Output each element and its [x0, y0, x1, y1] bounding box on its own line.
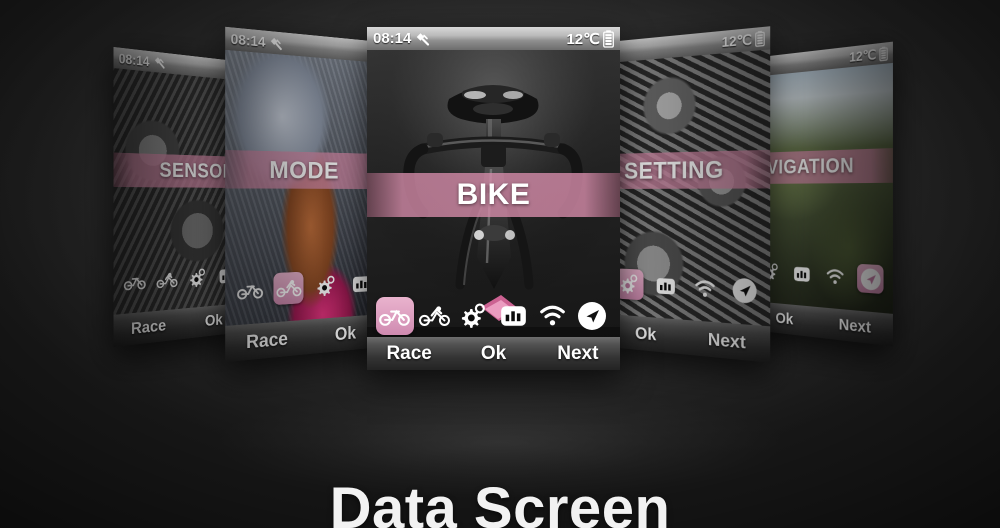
panel-photo-mode [225, 26, 382, 363]
bike-icon[interactable] [375, 297, 414, 335]
page-title: Data Screen [329, 476, 671, 528]
wifi-icon[interactable] [534, 297, 572, 335]
data-icon[interactable] [652, 270, 681, 303]
status-time: 08:14 [118, 50, 150, 69]
softkey-race[interactable]: Race [225, 326, 307, 355]
panel-photo-navigation [752, 41, 893, 347]
satellite-icon [152, 55, 166, 70]
softkey-next[interactable]: Next [685, 327, 770, 356]
panel-title-navigation: NAVIGATION [752, 148, 893, 184]
softkey-next[interactable]: Next [818, 313, 892, 339]
battery-icon [603, 29, 614, 48]
navigation-icon[interactable] [573, 297, 611, 335]
data-icon[interactable] [494, 297, 532, 335]
status-bar: 08:14 12℃ [367, 27, 620, 50]
wifi-icon[interactable] [823, 262, 848, 292]
navigation-icon[interactable] [857, 263, 884, 295]
battery-icon [755, 30, 765, 47]
carousel-stage: 08:14 SENSOR Race Ok 08:14 MODE Race Ok … [0, 0, 1000, 528]
status-time: 08:14 [230, 30, 266, 51]
bike-icon[interactable] [121, 267, 147, 297]
screen-panel-navigation[interactable]: 12℃ NAVIGATION Ok Next [752, 41, 893, 347]
data-icon[interactable] [790, 260, 814, 289]
softkey-ok[interactable]: Ok [451, 343, 535, 365]
gear-icon[interactable] [311, 270, 340, 303]
panel-title-bike: BIKE [367, 173, 620, 217]
cyclist-icon[interactable] [415, 297, 453, 335]
cyclist-icon[interactable] [273, 271, 304, 306]
panel-photo-setting [608, 26, 771, 363]
screen-panel-setting[interactable]: 12℃ SETTING Ok Next [608, 26, 771, 363]
status-temperature: 12℃ [849, 46, 877, 65]
softkey-next[interactable]: Next [536, 343, 620, 365]
satellite-icon [269, 35, 284, 51]
icon-row[interactable] [367, 295, 620, 337]
screen-panel-mode[interactable]: 08:14 MODE Race Ok [225, 26, 382, 363]
cyclist-icon[interactable] [154, 266, 179, 295]
status-time: 08:14 [373, 30, 412, 47]
satellite-icon [414, 31, 431, 47]
navigation-icon[interactable] [729, 274, 761, 308]
screen-panel-bike[interactable]: 08:14 12℃ BIKE Race Ok Next [367, 27, 620, 370]
battery-icon [879, 45, 887, 61]
softkey-race[interactable]: Race [113, 315, 182, 340]
panel-title-mode: MODE [225, 149, 382, 189]
wifi-icon[interactable] [690, 272, 720, 306]
status-temperature: 12℃ [721, 30, 752, 50]
soft-key-bar[interactable]: Race Ok Next [367, 337, 620, 370]
gear-icon[interactable] [185, 264, 209, 293]
status-temperature: 12℃ [566, 30, 600, 48]
gear-icon[interactable] [455, 297, 493, 335]
softkey-race[interactable]: Race [367, 343, 451, 365]
bike-icon[interactable] [234, 273, 265, 307]
panel-title-setting: SETTING [608, 149, 771, 189]
